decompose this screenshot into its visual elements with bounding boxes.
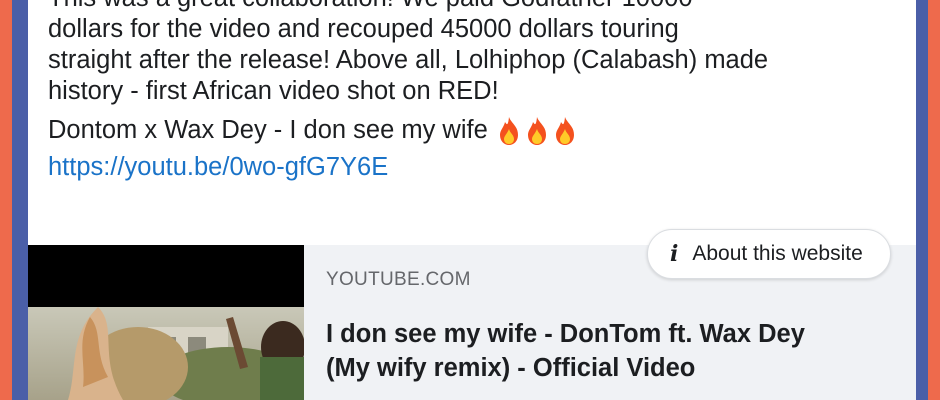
thumbnail-image [28,307,304,400]
post-text-line: This was a great collaboration! We paid … [48,0,908,14]
song-line: Dontom x Wax Dey - I don see my wife [48,115,908,146]
post-text-line: straight after the release! Above all, L… [48,46,769,74]
fire-icon [555,116,574,145]
post-body: This was a great collaboration! We paid … [48,0,908,183]
video-thumbnail[interactable] [28,245,304,400]
youtube-link[interactable]: https://youtu.be/0wo-gfG7Y6E [48,153,388,181]
fire-icon [499,116,518,145]
post-text-line: history - first African video shot on RE… [48,77,499,105]
fire-icon [527,116,546,145]
about-website-button[interactable]: i About this website [647,229,891,279]
post-text-line: dollars for the video and recouped 45000… [48,15,679,43]
info-icon: i [670,241,679,267]
preview-title-line: (My wify remix) - Official Video [326,354,696,382]
fire-emojis [496,116,578,146]
preview-title-line: I don see my wife - DonTom ft. Wax Dey [326,320,805,348]
about-website-label: About this website [692,242,863,265]
post-card: This was a great collaboration! We paid … [28,0,916,400]
preview-title[interactable]: I don see my wife - DonTom ft. Wax Dey (… [326,317,896,385]
song-title: Dontom x Wax Dey - I don see my wife [48,116,488,144]
link-line: https://youtu.be/0wo-gfG7Y6E [48,152,908,183]
preview-meta: YOUTUBE.COM I don see my wife - DonTom f… [326,269,896,385]
